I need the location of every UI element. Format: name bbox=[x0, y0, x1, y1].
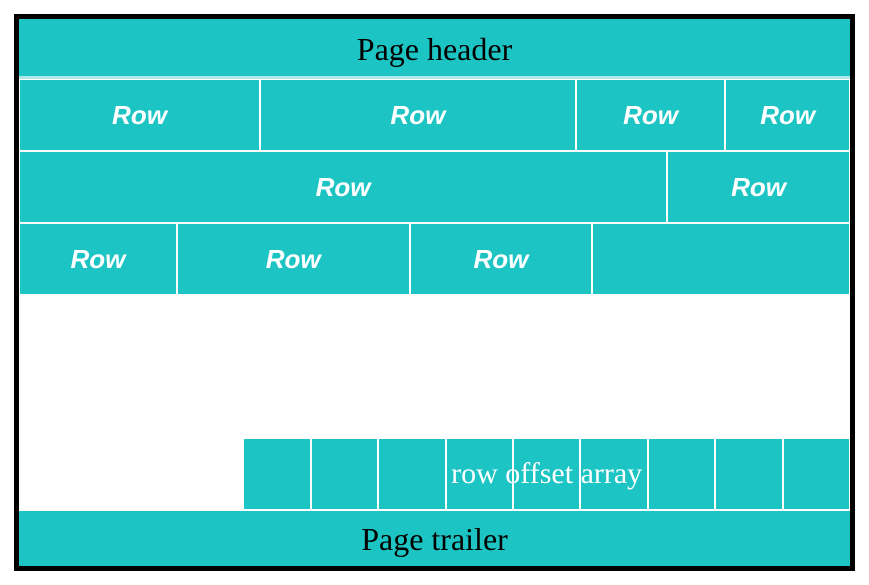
row-band-1: Row Row Row Row bbox=[19, 79, 850, 151]
row-cell: Row bbox=[576, 79, 726, 151]
row-cell: Row bbox=[19, 223, 177, 295]
page-trailer: Page trailer bbox=[19, 510, 850, 566]
page-header-label: Page header bbox=[357, 31, 512, 67]
free-space bbox=[19, 295, 850, 438]
row-cell-empty bbox=[592, 223, 850, 295]
offset-cell bbox=[378, 438, 445, 510]
row-cell: Row bbox=[177, 223, 410, 295]
offset-cell bbox=[648, 438, 715, 510]
page-diagram: Page header Row Row Row Row Row Row Row … bbox=[14, 14, 855, 571]
row-band-2: Row Row bbox=[19, 151, 850, 223]
row-cell: Row bbox=[667, 151, 850, 223]
offset-cell bbox=[715, 438, 782, 510]
row-band-3: Row Row Row bbox=[19, 223, 850, 295]
row-cell: Row bbox=[19, 151, 667, 223]
row-cell: Row bbox=[260, 79, 576, 151]
offset-cell bbox=[446, 438, 513, 510]
row-cell: Row bbox=[725, 79, 850, 151]
offset-cell bbox=[311, 438, 378, 510]
row-cell: Row bbox=[410, 223, 593, 295]
offset-cell bbox=[243, 438, 310, 510]
page-header: Page header bbox=[19, 19, 850, 79]
page-trailer-label: Page trailer bbox=[361, 521, 508, 557]
offset-cell bbox=[580, 438, 647, 510]
offset-cell bbox=[513, 438, 580, 510]
offset-leading-gap bbox=[19, 438, 243, 510]
offset-cells: row offset array bbox=[243, 438, 850, 510]
row-offset-array: row offset array bbox=[19, 438, 850, 510]
row-cell: Row bbox=[19, 79, 260, 151]
offset-cell bbox=[783, 438, 850, 510]
